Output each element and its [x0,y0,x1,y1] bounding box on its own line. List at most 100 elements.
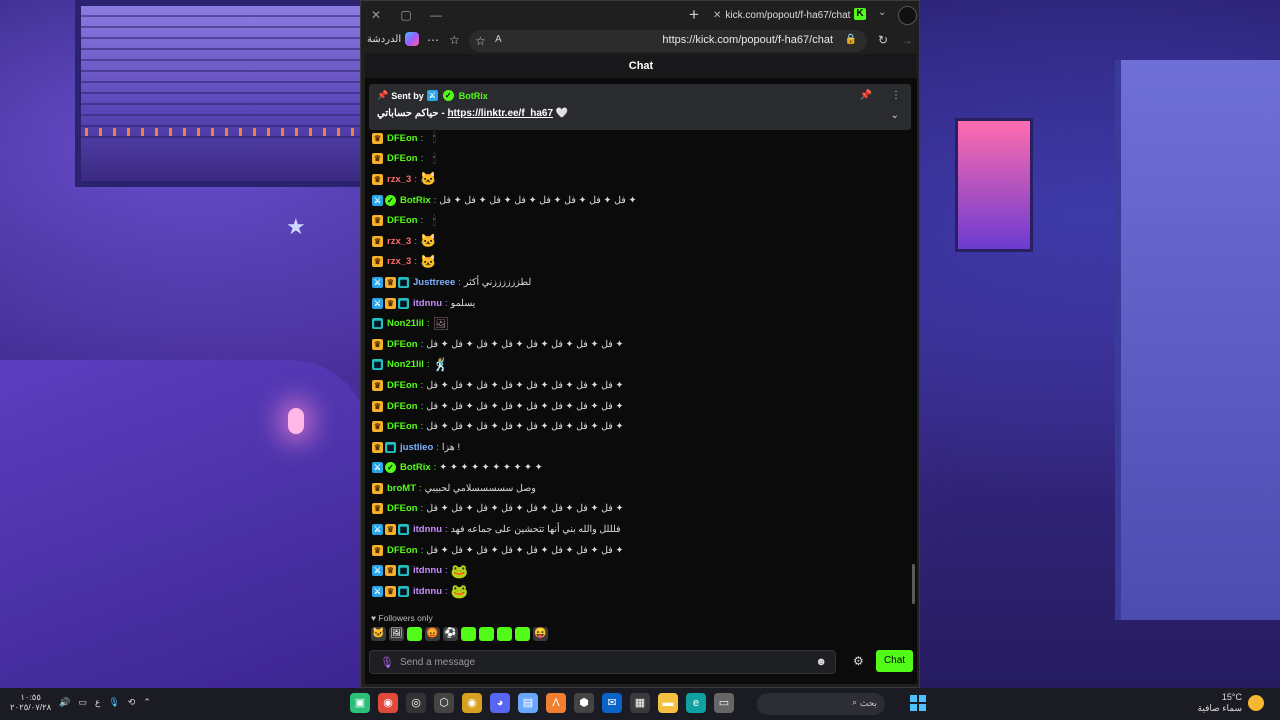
message-username[interactable]: DFEon [387,215,418,226]
chat-scrollbar[interactable] [912,564,915,604]
weather-widget[interactable]: 15°C سماء صافية [1198,692,1264,714]
close-window-icon[interactable]: ✕ [361,8,391,22]
emote-quick-2[interactable]: 🖼 [389,627,404,641]
app-icon-14[interactable]: ▭ [714,693,734,713]
sync-icon[interactable]: ⟲ [128,697,136,708]
emote-frog[interactable]: 🐸 [451,584,468,598]
volume-icon[interactable]: 🔊 [59,697,70,708]
forward-icon[interactable]: → [901,33,913,47]
copilot-button[interactable]: الدردشة [367,32,420,46]
emote-quick-8[interactable] [497,627,512,641]
message-username[interactable]: DFEon [387,401,418,412]
message-username[interactable]: DFEon [387,545,418,556]
emote-cat[interactable]: 🐱 [420,172,436,186]
emote-quick-9[interactable] [515,627,530,641]
message-username[interactable]: itdnnu [413,524,442,535]
maximize-icon[interactable]: ▢ [391,8,421,22]
lock-icon[interactable]: 🔒 [845,34,857,45]
tab-kick-chat[interactable]: ✕ kick.com/popout/f-ha67/chat [713,4,853,26]
edge-icon[interactable]: e [686,693,706,713]
message-username[interactable]: rzx_3 [387,256,411,267]
message-username[interactable]: rzx_3 [387,174,411,185]
chrome-alt-icon[interactable]: ◉ [462,693,482,713]
message-username[interactable]: DFEon [387,133,418,144]
message-username[interactable]: BotRix [400,462,431,473]
profile-avatar[interactable] [898,6,917,25]
message-content: 🐱 [420,172,436,186]
message-username[interactable]: rzx_3 [387,236,411,247]
message-username[interactable]: itdnnu [413,298,442,309]
emote-doll[interactable]: 🕯 [426,151,442,166]
add-favorite-icon[interactable]: ☆ [475,34,486,48]
message-username[interactable]: Non21lil [387,318,424,329]
emote-quick-6[interactable] [461,627,476,641]
chat-message: ♛ DFEon: فل ✦ فل ✦ فل ✦ فل ✦ فل ✦ فل ✦ فل … [372,375,902,396]
read-aloud-icon[interactable]: A [495,34,502,45]
discord-icon[interactable]: ◕ [490,693,510,713]
chrome-icon[interactable]: ◉ [378,693,398,713]
pin-menu-icon[interactable]: ⋮ [891,90,901,101]
taskbar-search[interactable]: بحث ⌕ [757,693,885,715]
username-separator: : [420,153,424,165]
app-icon-9[interactable]: ⬢ [574,693,594,713]
emote-quick-1[interactable]: 🐱 [371,627,386,641]
message-username[interactable]: justlieo [400,442,433,453]
pinned-link[interactable]: https://linktr.ee/f_ha67 [447,108,553,119]
message-username[interactable]: DFEon [387,421,418,432]
tray-chevron-icon[interactable]: ⌃ [143,697,151,708]
emote-frog[interactable]: 🐸 [451,564,468,578]
message-username[interactable]: itdnnu [413,565,442,576]
pinned-message[interactable]: 📌 Sent by ⚔ ✓ BotRix حياكم حساباتي - htt… [369,84,911,130]
emote-cat[interactable]: 🐱 [420,254,436,269]
app-icon-1[interactable]: ▣ [350,693,370,713]
tab-list-chevron-icon[interactable]: ⌄ [878,7,886,18]
microphone-icon[interactable]: 🎙 [108,697,119,708]
clock[interactable]: ١٠:٥٥ ٢٠٢٥/٠٧/٢٨ [10,692,51,712]
message-username[interactable]: Justtreee [413,277,455,288]
emote-pic[interactable]: 🖼 [433,316,450,331]
message-username[interactable]: BotRix [400,195,431,206]
windows-start-icon[interactable] [910,695,926,711]
emote-doll[interactable]: 🕯 [426,213,442,228]
message-username[interactable]: DFEon [387,503,418,514]
emote-dance[interactable]: 🕺 [433,357,449,372]
outlook-icon[interactable]: ✉ [602,693,622,713]
emote-quick-4[interactable]: 😡 [425,627,440,641]
system-tray: ١٠:٥٥ ٢٠٢٥/٠٧/٢٨ 🔊 ▭ ع 🎙 ⟲ ⌃ [10,692,151,712]
message-username[interactable]: Non21lil [387,359,424,370]
emote-quick-5[interactable]: ⚽ [443,627,458,641]
obs-icon[interactable]: ◎ [406,693,426,713]
microphone-icon[interactable]: 🎙 [380,656,394,669]
expand-chevron-icon[interactable]: ⌄ [891,110,899,121]
chat-settings-icon[interactable]: ⚙ [853,654,864,668]
emote-quick-3[interactable] [407,627,422,641]
app-icon-7[interactable]: ▤ [518,693,538,713]
emote-doll[interactable]: 🕯 [426,131,442,145]
app-icon-8[interactable]: Λ [546,693,566,713]
store-icon[interactable]: ▦ [630,693,650,713]
message-username[interactable]: DFEon [387,153,418,164]
app-icon-4[interactable]: ⬡ [434,693,454,713]
message-username[interactable]: itdnnu [413,586,442,597]
message-username[interactable]: DFEon [387,339,418,350]
message-username[interactable]: DFEon [387,380,418,391]
emote-cat[interactable]: 🐱 [420,234,436,248]
unpin-icon[interactable]: 📌 [860,90,872,101]
minimize-icon[interactable]: — [421,8,451,22]
language-indicator[interactable]: ع [95,697,100,708]
message-username[interactable]: broMT [387,483,416,494]
message-input[interactable]: 🎙 Send a message ☻ [369,650,836,674]
refresh-icon[interactable]: ↻ [878,33,888,47]
more-options-icon[interactable]: ⋯ [427,33,439,47]
file-explorer-icon[interactable]: ▬ [658,693,678,713]
favorites-icon[interactable]: ☆ [449,33,460,47]
emote-quick-10[interactable]: 😝 [533,627,548,641]
url-field[interactable]: ☆ A https://kick.com/popout/f-ha67/chat … [469,30,867,52]
network-icon[interactable]: ▭ [78,697,87,708]
pinned-sender[interactable]: BotRix [459,91,488,101]
emoji-picker-icon[interactable]: ☻ [815,656,827,668]
new-tab-button[interactable]: + [689,5,699,25]
send-chat-button[interactable]: Chat [876,650,913,672]
emote-quick-7[interactable] [479,627,494,641]
close-tab-icon[interactable]: ✕ [713,10,721,21]
